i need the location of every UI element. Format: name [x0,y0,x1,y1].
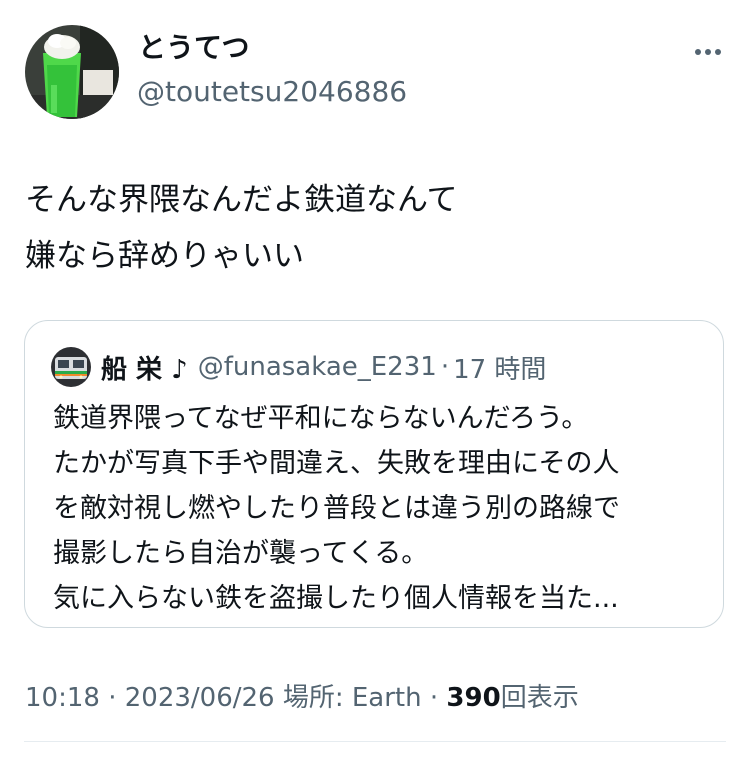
tweet-time[interactable]: 10:18 [25,683,100,713]
author-handle[interactable]: @toutetsu2046886 [137,74,407,110]
quoted-text-line: 鉄道界隈ってなぜ平和にならないんだろう。 [53,403,589,434]
quoted-author-handle: @funasakae_E231 [197,352,437,382]
views-label: 回表示 [500,683,579,713]
meta-separator: · [108,683,117,713]
more-options-button[interactable] [690,38,726,66]
quoted-text-line: 気に入らない鉄を盗撮したり個人情報を当た... [53,583,619,614]
melon-soda-avatar-image [25,25,119,119]
views-count[interactable]: 390 [446,683,500,713]
meta-separator: · [429,683,439,713]
quoted-text-line: 撮影したら自治が襲ってくる。 [53,538,429,569]
author-avatar[interactable] [25,25,119,119]
quoted-tweet-header: 船 栄 ♪ @funasakae_E231 · 17 時間 [51,347,546,387]
quoted-text-line: たかが写真下手や間違え、失敗を理由にその人 [53,448,620,479]
quoted-author-avatar [51,347,91,387]
more-horizontal-icon [695,49,721,55]
tweet-text: そんな界隈なんだよ鉄道なんて 嫌なら辞めりゃいい [25,172,715,284]
train-avatar-image [51,347,91,387]
divider [24,741,726,742]
quoted-timestamp: 17 時間 [453,354,547,385]
quoted-tweet-text: 鉄道界隈ってなぜ平和にならないんだろう。 たかが写真下手や間違え、失敗を理由にそ… [53,396,703,621]
author-display-name[interactable]: とうてつ [138,30,249,66]
quoted-tweet-card[interactable]: 船 栄 ♪ @funasakae_E231 · 17 時間 鉄道界隈ってなぜ平和… [24,320,724,628]
quoted-separator: · [440,352,450,382]
tweet-text-line: 嫌なら辞めりゃいい [25,238,304,274]
tweet-date[interactable]: 2023/06/26 [125,683,275,713]
tweet-location[interactable]: 場所: Earth [283,683,422,713]
quoted-author-display-name: 船 栄 ♪ [101,354,188,385]
quoted-text-line: を敵対視し燃やしたり普段とは違う別の路線で [53,493,620,524]
tweet-metadata: 10:18 · 2023/06/26 場所: Earth · 390回表示 [25,678,579,718]
tweet-text-line: そんな界隈なんだよ鉄道なんて [25,182,458,218]
